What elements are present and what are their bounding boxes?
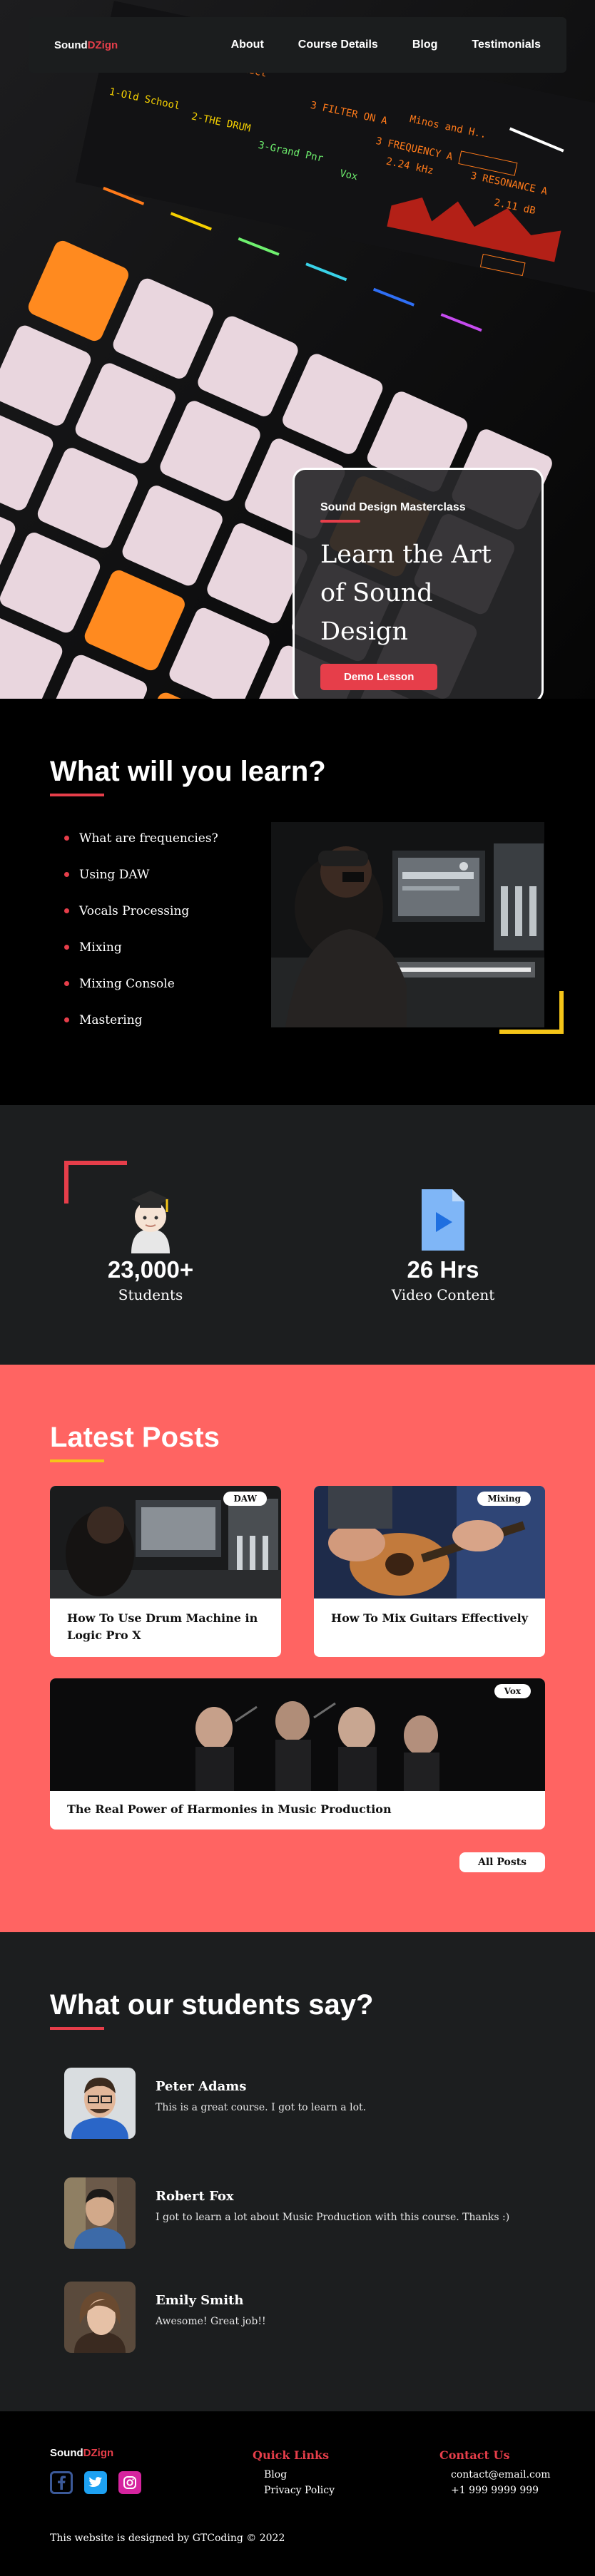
- testimonials-section: What our students say? Peter Adams This …: [0, 1932, 595, 2411]
- post-tag: Vox: [494, 1684, 531, 1698]
- heading-underline: [50, 1459, 104, 1462]
- hero-eyebrow: Sound Design Masterclass: [320, 501, 466, 513]
- post-card[interactable]: Vox The Real Power of Harmonies in Music…: [50, 1678, 545, 1830]
- quick-links-column: Quick Links Blog Privacy Policy: [253, 2448, 335, 2496]
- stats-section: 23,000+ Students 26 Hrs Video Content: [0, 1105, 595, 1365]
- brand-name-part1: Sound: [50, 2447, 83, 2459]
- brand-name-part1: Sound: [54, 39, 88, 51]
- social-links: [50, 2471, 141, 2494]
- learn-item-label: Vocals Processing: [79, 903, 190, 918]
- post-tag: Mixing: [477, 1492, 531, 1506]
- hero-title: Learn the Art of Sound Design: [320, 540, 492, 646]
- testimonial-item: Robert Fox I got to learn a lot about Mu…: [64, 2177, 564, 2249]
- learn-item: Mastering: [64, 1002, 218, 1038]
- brand-name-part2: DZign: [83, 2447, 114, 2459]
- testimonial-quote: Awesome! Great job!!: [156, 2316, 266, 2327]
- stat-students: 23,000+ Students: [58, 1185, 243, 1303]
- video-file-icon: [350, 1185, 536, 1256]
- bullet-icon: [64, 872, 69, 877]
- post-title: The Real Power of Harmonies in Music Pro…: [67, 1802, 392, 1816]
- nav-testimonials[interactable]: Testimonials: [472, 39, 541, 51]
- post-card[interactable]: DAW How To Use Drum Machine in Logic Pro…: [50, 1486, 281, 1657]
- quick-links-heading: Quick Links: [253, 2448, 330, 2462]
- post-tag: DAW: [223, 1492, 267, 1506]
- hero-card: Sound Design Masterclass Learn the Art o…: [293, 468, 544, 699]
- footer-brand-logo[interactable]: SoundDZign: [50, 2447, 113, 2459]
- brand-logo[interactable]: SoundDZign: [54, 39, 118, 51]
- learn-item-label: Mixing: [79, 940, 122, 955]
- learn-item-label: What are frequencies?: [79, 831, 218, 846]
- stat-label: Video Content: [391, 1286, 495, 1303]
- post-title: How To Mix Guitars Effectively: [331, 1611, 529, 1625]
- testimonial-name: Peter Adams: [156, 2079, 247, 2094]
- stat-label: Students: [118, 1286, 183, 1303]
- contact-email[interactable]: contact@email.com: [451, 2469, 551, 2480]
- all-posts-button[interactable]: All Posts: [459, 1852, 545, 1872]
- learn-item: What are frequencies?: [64, 820, 218, 856]
- contact-phone[interactable]: +1 999 9999 999: [451, 2485, 551, 2496]
- footer: SoundDZign Quick Links Blog Privacy Poli…: [0, 2411, 595, 2576]
- learn-item: Mixing Console: [64, 965, 218, 1002]
- latest-posts-section: Latest Posts DAW How To Use Drum Machine…: [0, 1365, 595, 1932]
- contact-column: Contact Us contact@email.com +1 999 9999…: [439, 2448, 551, 2496]
- stat-video-content: 26 Hrs Video Content: [350, 1185, 536, 1303]
- top-navbar: SoundDZign About Course Details Blog Tes…: [29, 17, 566, 73]
- twitter-icon[interactable]: [84, 2471, 107, 2494]
- testimonial-name: Emily Smith: [156, 2293, 244, 2308]
- nav-blog[interactable]: Blog: [412, 39, 438, 51]
- learn-item-label: Mastering: [79, 1012, 143, 1027]
- hero-section: InstrumentSelect 3 FILTER ON AMinos and …: [0, 0, 595, 699]
- bullet-icon: [64, 908, 69, 913]
- learn-item: Vocals Processing: [64, 893, 218, 929]
- stat-value: 26 Hrs: [407, 1256, 479, 1283]
- testimonials-heading: What our students say?: [50, 1989, 374, 2021]
- avatar: [64, 2177, 136, 2249]
- bullet-icon: [64, 1017, 69, 1022]
- stat-value: 23,000+: [107, 1256, 194, 1283]
- avatar: [64, 2282, 136, 2353]
- avatar: [64, 2068, 136, 2139]
- footer-link-blog[interactable]: Blog: [264, 2469, 335, 2480]
- contact-heading: Contact Us: [439, 2448, 510, 2462]
- learn-section: What will you learn? What are frequencie…: [0, 699, 595, 1105]
- footer-credit: This website is designed by GTCoding © 2…: [50, 2533, 285, 2544]
- bullet-icon: [64, 836, 69, 841]
- studio-photo: [271, 822, 544, 1027]
- testimonial-name: Robert Fox: [156, 2189, 234, 2204]
- instagram-icon[interactable]: [118, 2471, 141, 2494]
- facebook-icon[interactable]: [50, 2471, 73, 2494]
- post-title: How To Use Drum Machine in Logic Pro X: [67, 1611, 258, 1642]
- posts-heading: Latest Posts: [50, 1422, 220, 1453]
- testimonial-quote: I got to learn a lot about Music Product…: [156, 2212, 510, 2223]
- testimonial-quote: This is a great course. I got to learn a…: [156, 2102, 367, 2113]
- accent-underline: [320, 520, 360, 523]
- learn-list: What are frequencies? Using DAW Vocals P…: [64, 820, 218, 1038]
- testimonial-item: Emily Smith Awesome! Great job!!: [64, 2282, 564, 2353]
- learn-item-label: Mixing Console: [79, 976, 175, 991]
- heading-underline: [50, 794, 104, 796]
- student-emoji-icon: [58, 1185, 243, 1256]
- learn-item-label: Using DAW: [79, 867, 150, 882]
- bullet-icon: [64, 981, 69, 986]
- post-card[interactable]: Mixing How To Mix Guitars Effectively: [314, 1486, 545, 1657]
- learn-heading: What will you learn?: [50, 756, 326, 787]
- nav-course-details[interactable]: Course Details: [298, 39, 378, 51]
- demo-lesson-button[interactable]: Demo Lesson: [320, 664, 438, 690]
- learn-item: Using DAW: [64, 856, 218, 893]
- heading-underline: [50, 2027, 104, 2030]
- nav-about[interactable]: About: [231, 39, 264, 51]
- testimonial-item: Peter Adams This is a great course. I go…: [64, 2068, 564, 2139]
- post-image: [50, 1678, 545, 1791]
- learn-item: Mixing: [64, 929, 218, 965]
- brand-name-part2: DZign: [87, 39, 118, 51]
- bullet-icon: [64, 945, 69, 950]
- footer-link-privacy[interactable]: Privacy Policy: [264, 2485, 335, 2496]
